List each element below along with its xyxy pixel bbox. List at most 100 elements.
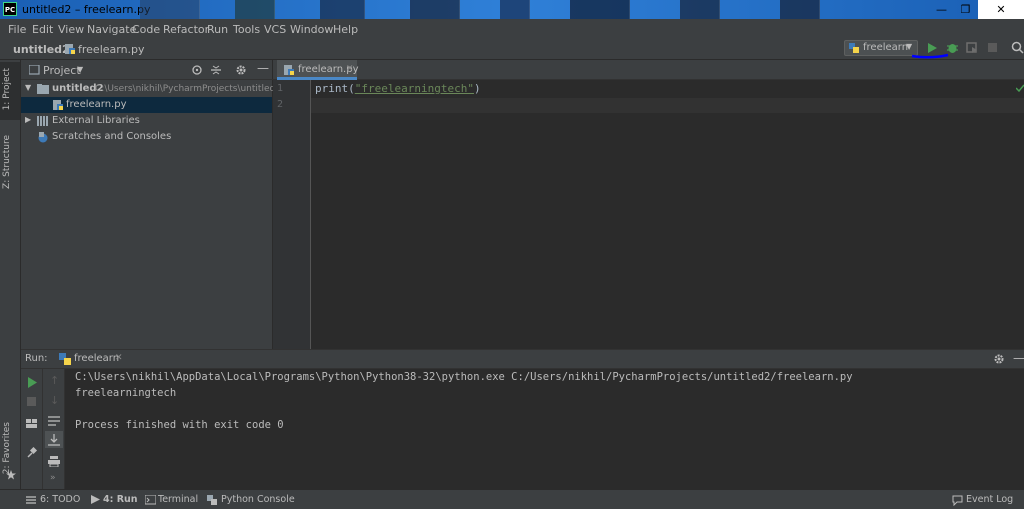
- star-icon: [6, 470, 16, 480]
- python-icon: [849, 43, 859, 53]
- stop-icon[interactable]: [27, 397, 37, 407]
- run-label: Run:: [25, 353, 48, 364]
- hide-panel-icon[interactable]: —: [1013, 351, 1024, 365]
- tree-root-path: C:\Users\nikhil\PycharmProjects\untitled…: [95, 84, 281, 94]
- hide-panel-icon[interactable]: —: [257, 61, 269, 75]
- code-line[interactable]: print("freelearningtech"): [315, 82, 481, 95]
- run-tab[interactable]: 4: Run: [103, 494, 138, 505]
- chevron-down-icon[interactable]: ▼: [77, 65, 83, 74]
- locate-icon[interactable]: [191, 64, 203, 76]
- annotation-underline: [911, 53, 949, 59]
- python-file-icon: [65, 44, 75, 54]
- rerun-icon[interactable]: [27, 377, 38, 388]
- tool-tab-structure[interactable]: Z: Structure: [2, 135, 12, 189]
- run-toolbar-secondary: ↑ ↓ »: [43, 369, 65, 490]
- close-icon[interactable]: ✕: [115, 353, 123, 363]
- breadcrumb-project[interactable]: untitled2: [13, 43, 70, 56]
- collapse-all-icon[interactable]: [210, 64, 222, 76]
- console-line: Process finished with exit code 0: [75, 419, 284, 431]
- code-string: "freelearningtech": [354, 82, 474, 95]
- folder-view-icon: [29, 65, 40, 75]
- menu-bar: File Edit View Navigate Code Refactor Ru…: [0, 19, 1024, 39]
- tab-freelearn[interactable]: freelearn.py ✕: [277, 60, 359, 80]
- coverage-icon[interactable]: [966, 42, 978, 54]
- left-tool-strip: 1: Project Z: Structure 2: Favorites: [0, 60, 21, 489]
- tree-item-external-libraries[interactable]: ▶ External Libraries: [21, 113, 272, 129]
- search-icon[interactable]: [1011, 41, 1024, 54]
- minimize-button[interactable]: —: [930, 0, 953, 19]
- soft-wrap-icon[interactable]: [48, 416, 60, 426]
- folder-icon: [37, 84, 49, 94]
- tree-item-scratches[interactable]: Scratches and Consoles: [21, 129, 272, 145]
- editor-area: freelearn.py ✕ 1 2 print("freelearningte…: [273, 60, 1024, 349]
- tree-file-name: freelearn.py: [66, 99, 127, 110]
- caret-line: [311, 98, 1024, 113]
- chevron-down-icon: ▼: [906, 42, 913, 51]
- maximize-button[interactable]: ❐: [954, 0, 977, 19]
- line-gutter: 1 2: [273, 80, 311, 349]
- window-title: untitled2 – freelearn.py: [22, 3, 151, 16]
- project-panel: Project ▼ — ▼ untitled2 C:\Users\nikhil\…: [21, 60, 281, 349]
- gear-icon[interactable]: [993, 353, 1005, 365]
- run-toolbar-primary: [21, 369, 43, 490]
- menu-refactor[interactable]: Refactor: [163, 23, 209, 36]
- layout-icon[interactable]: [26, 419, 38, 429]
- arrow-down-icon[interactable]: ↓: [50, 394, 59, 407]
- run-config-selector[interactable]: freelearn ▼: [844, 40, 918, 56]
- code-suffix: ): [473, 82, 481, 95]
- tree-item-file[interactable]: freelearn.py: [21, 97, 272, 113]
- stop-icon[interactable]: [988, 43, 998, 53]
- menu-edit[interactable]: Edit: [32, 23, 53, 36]
- python-file-icon: [53, 100, 63, 110]
- python-console-tab[interactable]: Python Console: [221, 494, 295, 505]
- todo-icon: [26, 496, 36, 504]
- gear-icon[interactable]: [235, 64, 247, 76]
- menu-run[interactable]: Run: [207, 23, 228, 36]
- library-icon: [37, 116, 48, 126]
- tool-tab-favorites[interactable]: 2: Favorites: [2, 422, 12, 474]
- run-config-label: freelearn: [863, 42, 909, 53]
- menu-navigate[interactable]: Navigate: [87, 23, 136, 36]
- scratches-icon: [38, 132, 48, 143]
- pin-icon[interactable]: [26, 447, 38, 459]
- event-log-icon: [952, 495, 963, 506]
- menu-view[interactable]: View: [58, 23, 84, 36]
- code-prefix: print(: [315, 82, 355, 95]
- menu-vcs[interactable]: VCS: [264, 23, 286, 36]
- menu-help[interactable]: Help: [333, 23, 358, 36]
- print-icon[interactable]: [48, 456, 60, 467]
- close-window-button[interactable]: ✕: [978, 0, 1024, 19]
- console-line: C:\Users\nikhil\AppData\Local\Programs\P…: [75, 371, 853, 383]
- run-tab-label[interactable]: freelearn: [74, 353, 119, 364]
- menu-tools[interactable]: Tools: [233, 23, 260, 36]
- editor-tabs: freelearn.py ✕: [273, 60, 1024, 80]
- close-icon[interactable]: ✕: [346, 64, 354, 74]
- title-bar: PC untitled2 – freelearn.py — ❐ ✕: [0, 0, 1024, 19]
- python-icon: [59, 353, 71, 365]
- tree-scratches-label: Scratches and Consoles: [52, 131, 172, 142]
- more-icon[interactable]: »: [50, 473, 56, 483]
- check-icon: [1016, 84, 1024, 92]
- event-log-tab[interactable]: Event Log: [966, 494, 1013, 505]
- menu-file[interactable]: File: [8, 23, 26, 36]
- line-number: 2: [277, 99, 284, 110]
- expand-arrow-icon[interactable]: ▶: [25, 115, 31, 124]
- arrow-up-icon[interactable]: ↑: [50, 374, 59, 387]
- menu-code[interactable]: Code: [132, 23, 160, 36]
- breadcrumb-file[interactable]: freelearn.py: [78, 43, 145, 56]
- python-console-icon: [207, 495, 217, 505]
- project-panel-header: Project ▼ —: [21, 60, 273, 80]
- line-number: 1: [277, 83, 284, 94]
- tree-external-label: External Libraries: [52, 115, 140, 126]
- tree-item-root[interactable]: ▼ untitled2 C:\Users\nikhil\PycharmProje…: [21, 81, 281, 97]
- project-panel-title[interactable]: Project: [43, 64, 81, 77]
- scroll-to-end-icon[interactable]: [48, 434, 60, 446]
- expand-arrow-icon[interactable]: ▼: [25, 83, 31, 92]
- terminal-tab[interactable]: Terminal: [158, 494, 198, 505]
- status-bar: 6: TODO 4: Run Terminal Python Console E…: [0, 489, 1024, 509]
- terminal-icon: [145, 495, 156, 505]
- menu-window[interactable]: Window: [290, 23, 333, 36]
- todo-tab[interactable]: 6: TODO: [40, 494, 80, 505]
- tool-tab-project[interactable]: 1: Project: [2, 68, 12, 110]
- pycharm-logo-icon: PC: [3, 2, 17, 16]
